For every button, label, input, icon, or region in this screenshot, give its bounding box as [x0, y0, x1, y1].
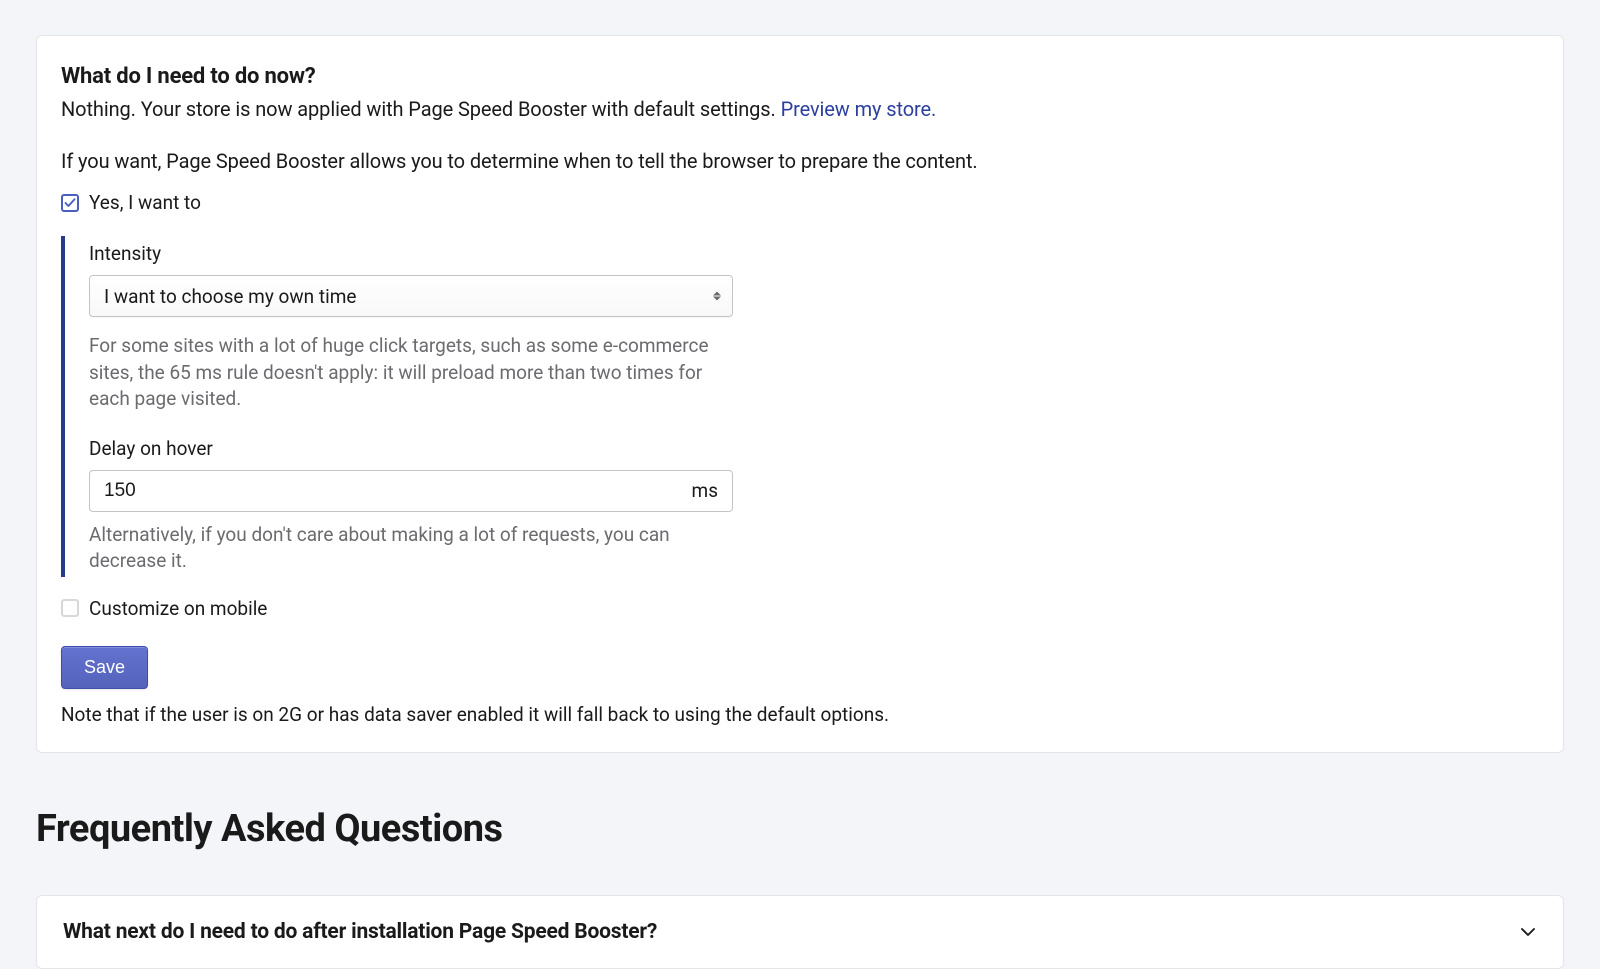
intensity-help: For some sites with a lot of huge click …	[89, 333, 729, 413]
save-button[interactable]: Save	[61, 646, 148, 689]
intensity-label: Intensity	[89, 242, 793, 265]
delay-input-row: ms	[89, 470, 733, 512]
delay-label: Delay on hover	[89, 437, 793, 460]
mobile-checkbox-row: Customize on mobile	[61, 597, 1539, 620]
yes-checkbox[interactable]	[61, 194, 79, 212]
intensity-select-wrap: I want to choose my own time	[89, 275, 733, 317]
yes-checkbox-label: Yes, I want to	[89, 191, 201, 214]
card-subtext: Nothing. Your store is now applied with …	[61, 97, 1539, 121]
faq-item-1[interactable]: What next do I need to do after installa…	[36, 895, 1564, 969]
check-icon	[64, 197, 76, 209]
delay-input[interactable]	[89, 470, 678, 512]
delay-help: Alternatively, if you don't care about m…	[89, 522, 729, 575]
chevron-down-icon	[1519, 923, 1537, 941]
mobile-checkbox[interactable]	[61, 599, 79, 617]
card-subtext-prefix: Nothing. Your store is now applied with …	[61, 97, 781, 121]
yes-checkbox-row: Yes, I want to	[61, 191, 1539, 214]
delay-suffix: ms	[678, 470, 733, 512]
settings-card: What do I need to do now? Nothing. Your …	[36, 35, 1564, 753]
mobile-checkbox-label: Customize on mobile	[89, 597, 267, 620]
faq-question-1: What next do I need to do after installa…	[63, 920, 657, 944]
settings-block: Intensity I want to choose my own time F…	[61, 236, 793, 577]
note-text: Note that if the user is on 2G or has da…	[61, 703, 1539, 726]
card-heading: What do I need to do now?	[61, 64, 1539, 89]
intensity-select[interactable]: I want to choose my own time	[89, 275, 733, 317]
intro-line: If you want, Page Speed Booster allows y…	[61, 149, 1539, 173]
preview-store-link[interactable]: Preview my store.	[781, 97, 937, 121]
faq-heading: Frequently Asked Questions	[36, 807, 1564, 851]
